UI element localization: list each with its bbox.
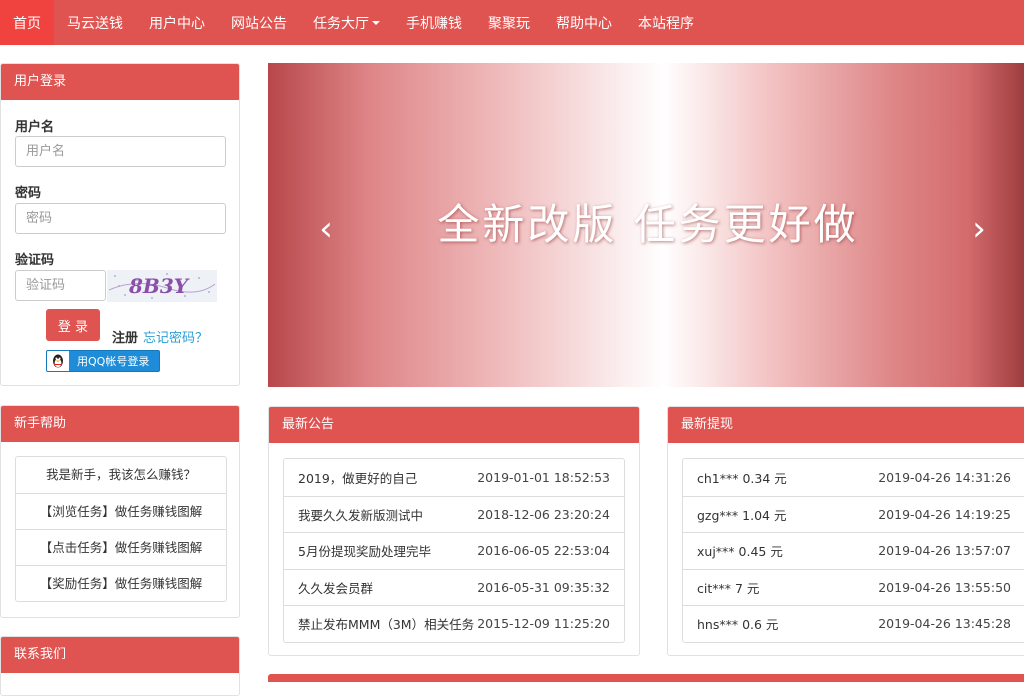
notice-row[interactable]: 2019，做更好的自己 2019-01-01 18:52:53 [284, 459, 624, 496]
username-label: 用户名 [15, 120, 55, 135]
withdrawal-date: 2019-04-26 13:55:50 [878, 579, 1011, 595]
withdrawal-date: 2019-04-26 13:45:28 [878, 616, 1011, 632]
captcha-label: 验证码 [15, 253, 55, 268]
withdrawal-user-amount: ch1*** 0.34 元 [697, 470, 787, 486]
withdrawal-date: 2019-04-26 14:31:26 [878, 469, 1011, 485]
notice-title: 5月份提现奖励处理完毕 [298, 544, 431, 560]
notice-date: 2015-12-09 11:25:20 [477, 616, 610, 632]
help-list: 我是新手，我该怎么赚钱？ 【浏览任务】做任务赚钱图解 【点击任务】做任务赚钱图解… [15, 456, 227, 602]
caret-down-icon [372, 20, 380, 25]
register-link[interactable]: 注册 [112, 327, 138, 346]
latest-notices-panel: 最新公告 2019，做更好的自己 2019-01-01 18:52:53 我要久久… [268, 406, 640, 656]
password-input[interactable] [15, 203, 226, 234]
nav-item-jujuwan[interactable]: 聚聚玩 [475, 0, 543, 45]
contact-panel: 联系我们 [0, 636, 240, 696]
notice-title: 禁止发布MMM（3M）相关任务 [298, 617, 475, 633]
notice-row[interactable]: 久久发会员群 2016-05-31 09:35:32 [284, 568, 624, 606]
password-label: 密码 [15, 186, 42, 201]
withdrawal-row: cit*** 7 元 2019-04-26 13:55:50 [683, 568, 1024, 606]
captcha-input[interactable] [15, 270, 106, 301]
notice-date: 2018-12-06 23:20:24 [477, 506, 610, 522]
nav-item-task-hall[interactable]: 任务大厅 [300, 0, 393, 45]
notice-title: 我要久久发新版测试中 [298, 507, 424, 523]
newbie-help-panel: 新手帮助 我是新手，我该怎么赚钱？ 【浏览任务】做任务赚钱图解 【点击任务】做任… [0, 405, 240, 618]
notices-list: 2019，做更好的自己 2019-01-01 18:52:53 我要久久发新版测试… [283, 458, 625, 643]
username-input[interactable] [15, 136, 226, 167]
captcha-text: 8B3Y [128, 274, 190, 298]
top-navbar: 首页 马云送钱 用户中心 网站公告 任务大厅 手机赚钱 聚聚玩 帮助中心 本站程… [0, 0, 1024, 45]
withdrawal-user-amount: hns*** 0.6 元 [697, 617, 779, 633]
notice-row[interactable]: 我要久久发新版测试中 2018-12-06 23:20:24 [284, 495, 624, 533]
login-button[interactable]: 登 录 [46, 309, 100, 341]
forgot-password-link[interactable]: 忘记密码？ [143, 327, 208, 346]
withdrawal-row: gzg*** 1.04 元 2019-04-26 14:19:25 [683, 495, 1024, 533]
next-panel-heading [268, 674, 1024, 682]
nav-item-program[interactable]: 本站程序 [625, 0, 707, 45]
carousel-prev-icon[interactable]: ‹ [312, 209, 340, 249]
notice-title: 久久发会员群 [298, 580, 374, 596]
nav-item-announcements[interactable]: 网站公告 [218, 0, 300, 45]
notice-title: 2019，做更好的自己 [298, 470, 418, 486]
help-item[interactable]: 【奖励任务】做任务赚钱图解 [16, 565, 226, 601]
nav-item-home[interactable]: 首页 [0, 0, 54, 45]
withdrawal-user-amount: xuj*** 0.45 元 [697, 544, 783, 560]
qq-login-button[interactable]: 用QQ帐号登录 [46, 350, 160, 372]
nav-item-user-center[interactable]: 用户中心 [136, 0, 218, 45]
withdrawal-user-amount: gzg*** 1.04 元 [697, 507, 787, 523]
help-item[interactable]: 我是新手，我该怎么赚钱？ [16, 457, 226, 493]
banner-carousel[interactable]: 全新改版 任务更好做 ‹ › [268, 63, 1024, 387]
withdrawal-row: ch1*** 0.34 元 2019-04-26 14:31:26 [683, 459, 1024, 496]
help-panel-title: 新手帮助 [1, 406, 239, 442]
login-panel-title: 用户登录 [1, 64, 239, 100]
captcha-image[interactable]: 8B3Y [107, 270, 217, 302]
banner-slogan: 全新改版 任务更好做 [437, 200, 859, 249]
help-item[interactable]: 【点击任务】做任务赚钱图解 [16, 529, 226, 565]
nav-item-help[interactable]: 帮助中心 [543, 0, 625, 45]
withdrawal-row: xuj*** 0.45 元 2019-04-26 13:57:07 [683, 532, 1024, 569]
help-item[interactable]: 【浏览任务】做任务赚钱图解 [16, 493, 226, 529]
withdrawal-row: hns*** 0.6 元 2019-04-26 13:45:28 [683, 605, 1024, 642]
qq-penguin-icon [47, 351, 69, 371]
nav-item-mayun[interactable]: 马云送钱 [54, 0, 136, 45]
notice-date: 2019-01-01 18:52:53 [477, 469, 610, 485]
withdrawals-list: ch1*** 0.34 元 2019-04-26 14:31:26 gzg*** … [682, 458, 1024, 643]
nav-item-mobile[interactable]: 手机赚钱 [393, 0, 475, 45]
notices-panel-title: 最新公告 [269, 407, 639, 443]
carousel-next-icon[interactable]: › [965, 209, 993, 249]
nav-item-task-hall-label: 任务大厅 [313, 15, 369, 32]
withdrawal-date: 2019-04-26 13:57:07 [878, 543, 1011, 559]
withdrawals-panel-title: 最新提现 [668, 407, 1024, 443]
notice-date: 2016-05-31 09:35:32 [477, 579, 610, 595]
latest-withdrawals-panel: 最新提现 ch1*** 0.34 元 2019-04-26 14:31:26 gz… [667, 406, 1024, 656]
contact-panel-title: 联系我们 [1, 637, 239, 673]
login-panel: 用户登录 用户名 密码 验证码 8B3Y 登 录 注册 忘记密码？ 用QQ帐号登… [0, 63, 240, 386]
qq-login-label: 用QQ帐号登录 [77, 355, 150, 368]
notice-row[interactable]: 5月份提现奖励处理完毕 2016-06-05 22:53:04 [284, 532, 624, 569]
withdrawal-user-amount: cit*** 7 元 [697, 580, 760, 596]
notice-date: 2016-06-05 22:53:04 [477, 543, 610, 559]
notice-row[interactable]: 禁止发布MMM（3M）相关任务 2015-12-09 11:25:20 [284, 605, 624, 642]
withdrawal-date: 2019-04-26 14:19:25 [878, 506, 1011, 522]
